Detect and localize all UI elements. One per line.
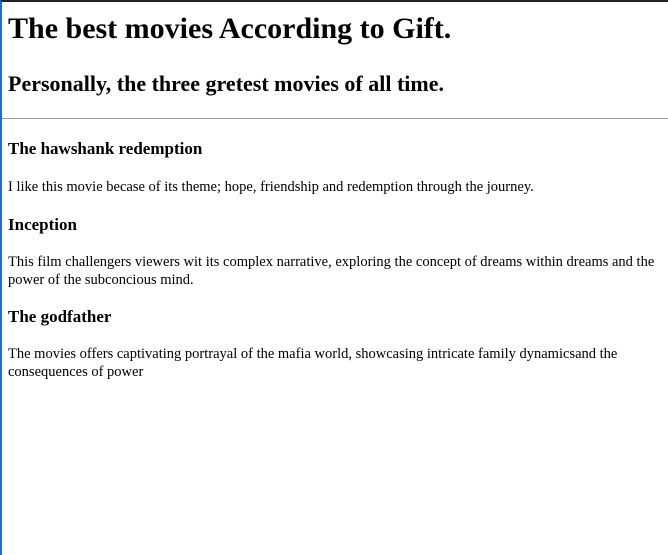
movie-section: Inception This film challengers viewers …	[8, 215, 668, 289]
movie-section: The godfather The movies offers captivat…	[8, 307, 668, 381]
movie-title: The godfather	[8, 307, 112, 326]
movie-title: Inception	[8, 215, 77, 234]
divider	[2, 118, 668, 119]
page-subtitle: Personally, the three gretest movies of …	[8, 71, 445, 96]
movie-section: The hawshank redemption I like this movi…	[8, 139, 668, 196]
page-content: The best movies According to Gift. Perso…	[2, 2, 668, 381]
movie-description: I like this movie becase of its theme; h…	[8, 179, 534, 195]
movie-title: The hawshank redemption	[8, 139, 203, 158]
page-title: The best movies According to Gift.	[8, 12, 452, 45]
movie-description: The movies offers captivating portrayal …	[8, 346, 618, 380]
movie-description: This film challengers viewers wit its co…	[8, 254, 655, 288]
